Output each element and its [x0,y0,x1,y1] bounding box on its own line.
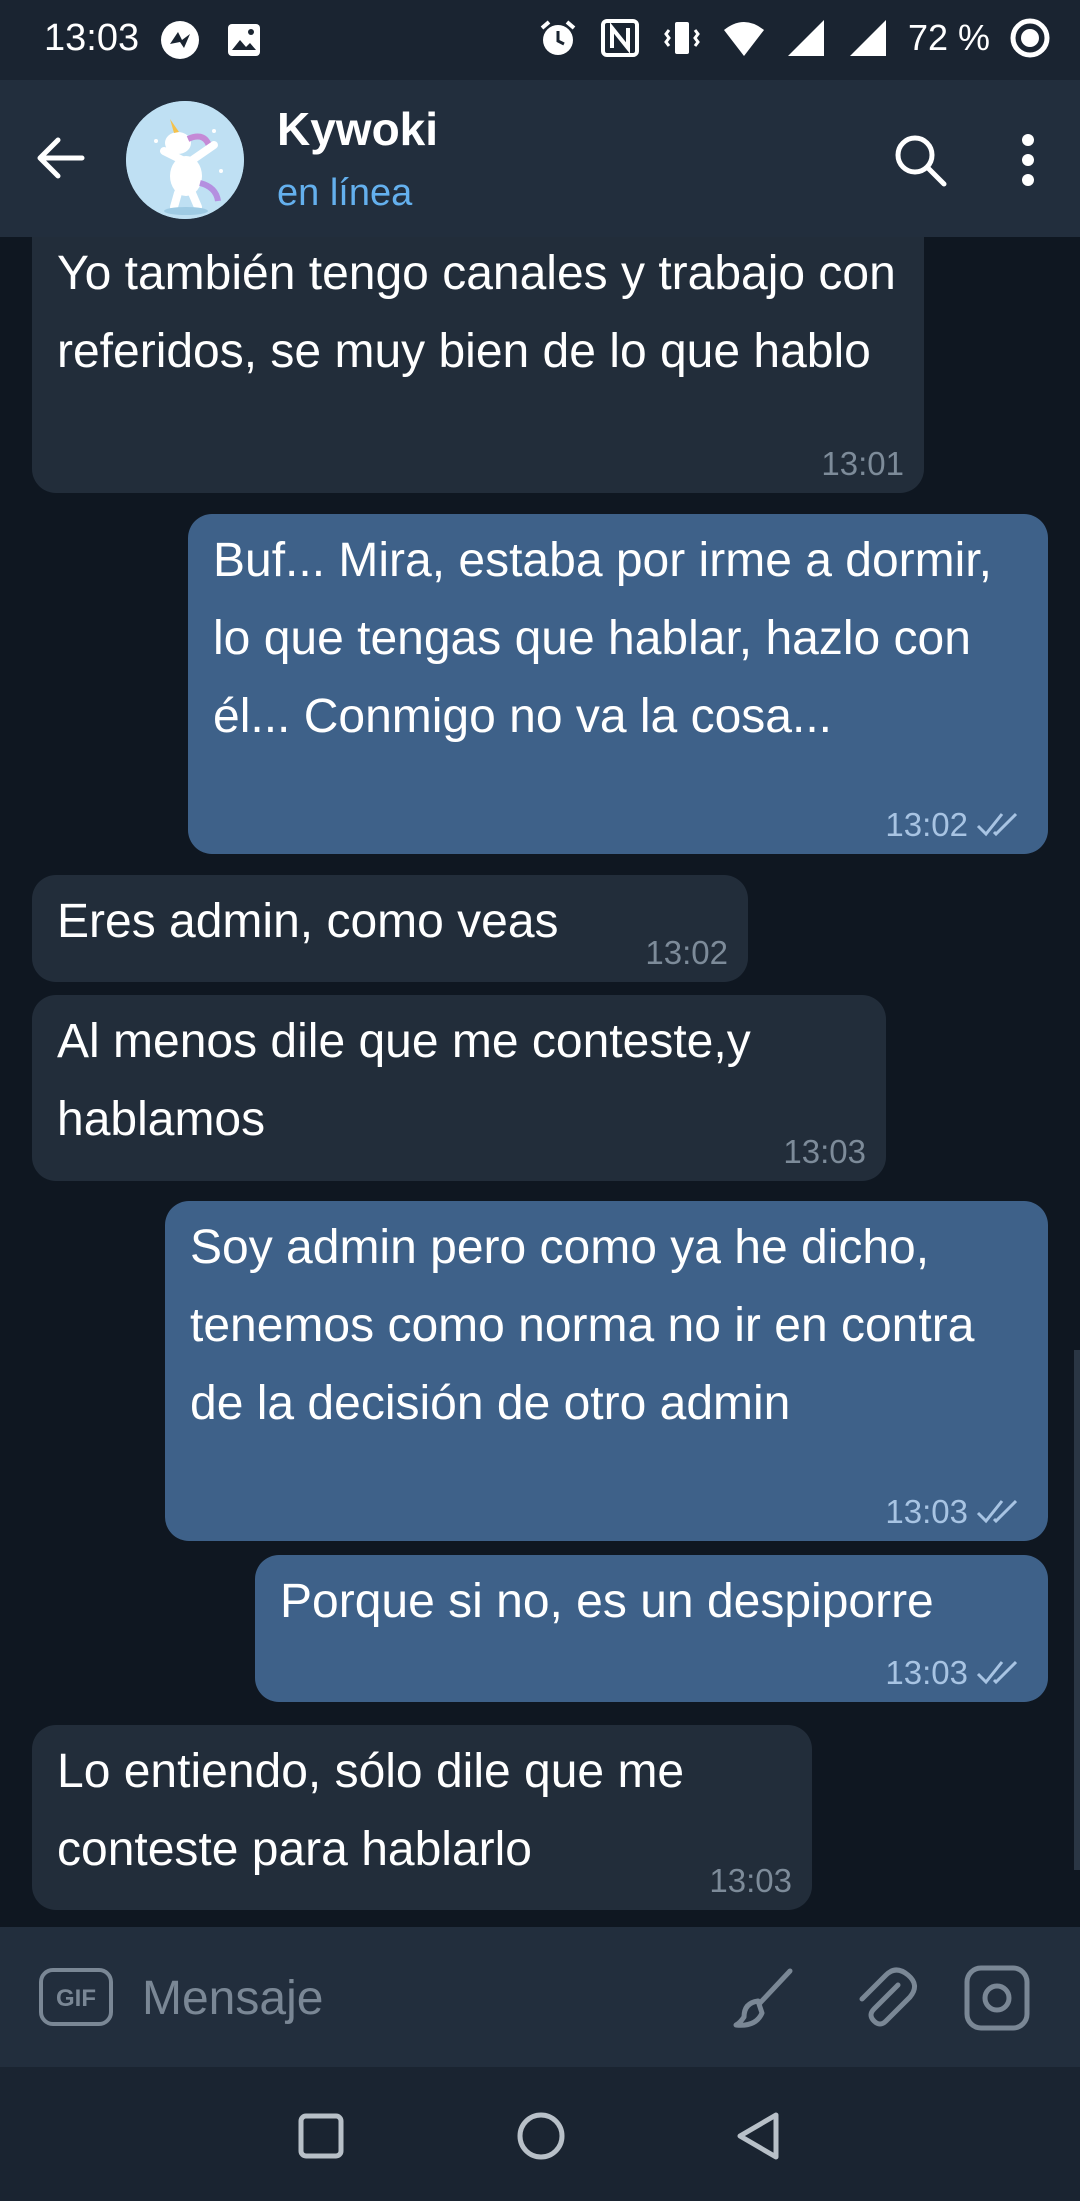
back-arrow-icon[interactable] [30,126,94,190]
message-text: Porque si no, es un despiporre [280,1575,934,1628]
gif-label: GIF [56,1985,96,2012]
alarm-icon [540,20,576,55]
message-meta: 13:03 [709,1862,792,1900]
unicorn-avatar-icon [126,101,244,219]
message-text: Buf... Mira, estaba por irme a dormir, l… [213,534,992,743]
status-time: 13:03 [44,17,140,59]
nav-back-icon[interactable] [732,2109,786,2163]
message-time: 13:01 [821,445,904,482]
status-right-icons: 72 % [536,16,1052,60]
double-check-read-icon [976,812,1018,837]
scrollbar[interactable] [1074,1350,1080,1870]
message-bubble-incoming[interactable]: Lo entiendo, sólo dile que me conteste p… [32,1725,812,1910]
message-input[interactable] [140,1957,704,2039]
nfc-icon [600,19,639,57]
message-time: 13:03 [783,1133,866,1170]
status-left-icons [158,18,266,62]
vibrate-icon [664,22,700,54]
message-text: Lo entiendo, sólo dile que me conteste p… [57,1745,685,1876]
signal-icon-2 [849,20,886,56]
message-time: 13:03 [885,1493,968,1530]
system-navigation-bar [0,2067,1080,2201]
message-text: Soy admin pero como ya he dicho, tenemos… [190,1221,975,1430]
message-input-bar: GIF [0,1927,1080,2067]
message-time: 13:02 [645,934,728,971]
status-bar: 13:03 72 % [0,0,1080,80]
search-icon[interactable] [890,130,950,190]
message-meta: 13:03 [783,1133,866,1171]
message-bubble-incoming[interactable]: Al menos dile que me conteste,y hablamos… [32,995,886,1181]
message-time: 13:02 [885,806,968,843]
message-meta: 13:03 [885,1493,1028,1531]
message-text: Al menos dile que me conteste,y hablamos [57,1015,751,1146]
brush-icon[interactable] [730,1963,800,2033]
message-bubble-incoming[interactable]: Yo también tengo canales y trabajo con r… [32,237,924,493]
gif-icon[interactable]: GIF [38,1967,114,2027]
signal-icon [787,20,824,56]
message-bubble-outgoing[interactable]: Porque si no, es un despiporre 13:03 [255,1555,1048,1702]
message-meta: 13:02 [885,806,1028,844]
avatar[interactable] [126,101,244,219]
message-bubble-outgoing[interactable]: Soy admin pero como ya he dicho, tenemos… [165,1201,1048,1541]
message-text: Yo también tengo canales y trabajo con r… [57,247,896,378]
battery-saver-icon [1010,18,1050,58]
message-meta: 13:03 [885,1654,1028,1692]
wifi-icon [723,22,764,56]
message-meta: 13:02 [645,934,728,972]
message-time: 13:03 [709,1862,792,1899]
notification-app-icon [161,21,199,59]
chat-header: Kywoki en línea [0,80,1080,237]
message-meta: 13:01 [821,445,904,483]
message-list[interactable]: Yo también tengo canales y trabajo con r… [0,237,1080,1927]
camera-icon[interactable] [962,1963,1032,2033]
message-bubble-outgoing[interactable]: Buf... Mira, estaba por irme a dormir, l… [188,514,1048,854]
attach-icon[interactable] [850,1963,920,2033]
more-options-icon[interactable] [1000,130,1056,190]
double-check-read-icon [976,1499,1018,1524]
chat-title[interactable]: Kywoki [277,102,438,156]
image-icon [228,24,260,56]
message-text: Eres admin, como veas [57,895,559,948]
battery-level: 72 % [907,17,990,58]
chat-status: en línea [277,172,413,214]
double-check-read-icon [976,1660,1018,1685]
message-time: 13:03 [885,1654,968,1691]
home-icon[interactable] [514,2109,568,2163]
recent-apps-icon[interactable] [296,2111,346,2161]
telegram-chat-screen: 13:03 72 % Kywoki en línea Yo también te… [0,0,1080,2201]
message-bubble-incoming[interactable]: Eres admin, como veas 13:02 [32,875,748,982]
